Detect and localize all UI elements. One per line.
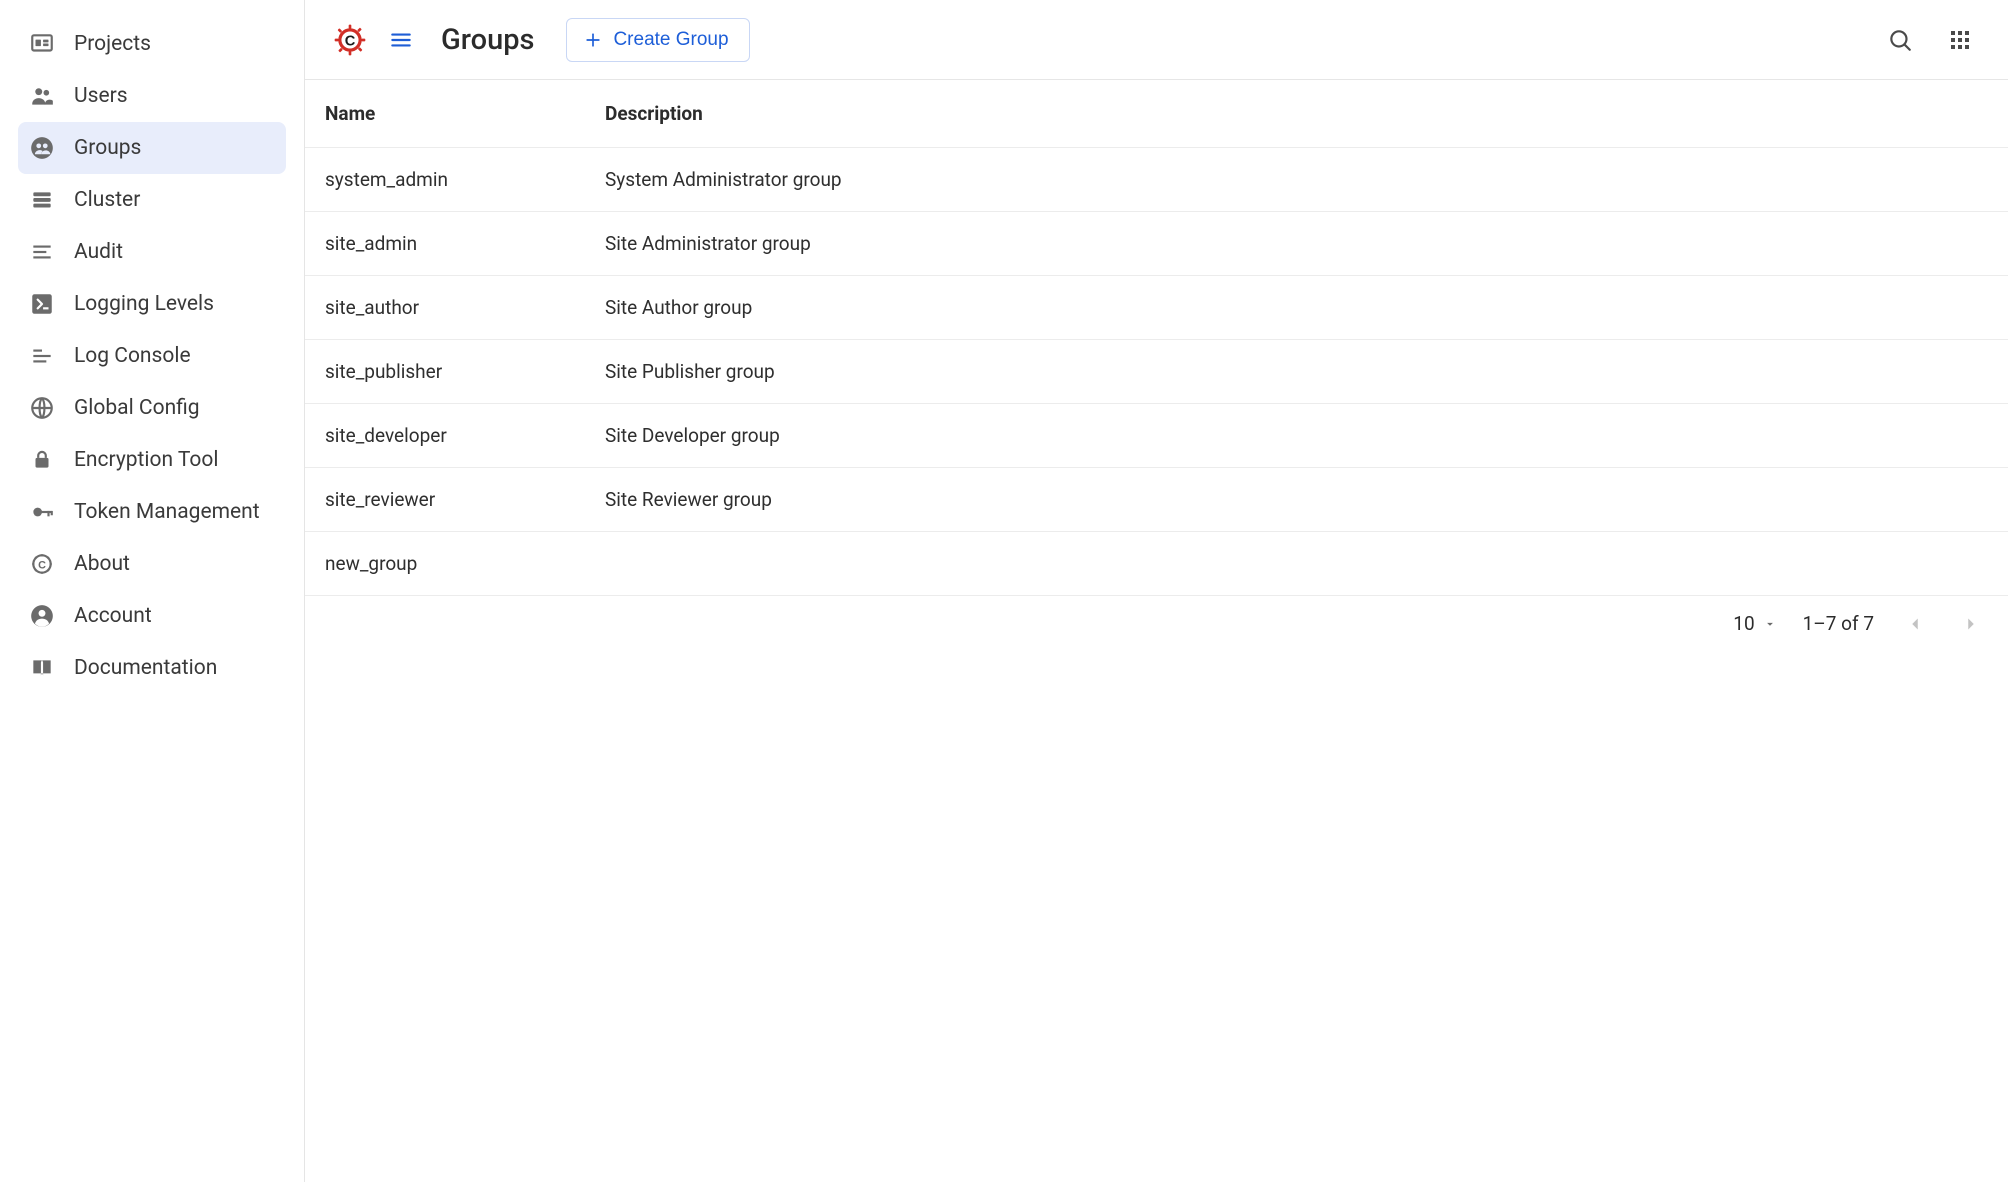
sidebar-item-label: Audit [74, 240, 123, 264]
table-row[interactable]: site_adminSite Administrator group [305, 212, 2008, 276]
table-row[interactable]: site_authorSite Author group [305, 276, 2008, 340]
dropdown-caret-icon [1763, 617, 1777, 631]
main-area: C Groups Create Group Name [305, 0, 2008, 1182]
sidebar-item-token[interactable]: Token Management [18, 486, 286, 538]
sidebar-item-projects[interactable]: Projects [18, 18, 286, 70]
svg-text:C: C [345, 33, 356, 49]
search-button[interactable] [1880, 20, 1920, 60]
audit-icon [28, 238, 56, 266]
page-title: Groups [441, 23, 534, 57]
sidebar-item-label: Cluster [74, 188, 140, 212]
topbar: C Groups Create Group [305, 0, 2008, 80]
sidebar-item-account[interactable]: Account [18, 590, 286, 642]
cell-description: Site Administrator group [605, 232, 1988, 255]
cell-description [605, 552, 1988, 575]
create-group-button[interactable]: Create Group [566, 18, 749, 62]
cell-name: site_admin [325, 232, 605, 255]
pagination-range: 1–7 of 7 [1803, 612, 1874, 635]
sidebar-item-label: Projects [74, 32, 151, 56]
table-row[interactable]: site_developerSite Developer group [305, 404, 2008, 468]
cell-name: site_publisher [325, 360, 605, 383]
about-icon: C [28, 550, 56, 578]
app-logo-icon: C [333, 23, 367, 57]
cell-name: site_developer [325, 424, 605, 447]
table-row[interactable]: site_reviewerSite Reviewer group [305, 468, 2008, 532]
table-row[interactable]: site_publisherSite Publisher group [305, 340, 2008, 404]
page-size-value: 10 [1733, 612, 1754, 635]
sidebar-item-logging-levels[interactable]: Logging Levels [18, 278, 286, 330]
pagination: 10 1–7 of 7 [305, 596, 2008, 651]
log-console-icon [28, 342, 56, 370]
create-group-label: Create Group [613, 29, 728, 51]
table-row[interactable]: system_adminSystem Administrator group [305, 148, 2008, 212]
documentation-icon [28, 654, 56, 682]
sidebar-item-about[interactable]: C About [18, 538, 286, 590]
cell-description: Site Developer group [605, 424, 1988, 447]
sidebar: Projects Users Groups Cluster Audit Logging L… [0, 0, 305, 1182]
cell-description: Site Reviewer group [605, 488, 1988, 511]
plus-icon [583, 30, 603, 50]
cell-name: site_author [325, 296, 605, 319]
token-icon [28, 498, 56, 526]
cell-description: Site Publisher group [605, 360, 1988, 383]
global-config-icon [28, 394, 56, 422]
prev-page-button[interactable] [1900, 613, 1930, 635]
sidebar-item-audit[interactable]: Audit [18, 226, 286, 278]
sidebar-item-cluster[interactable]: Cluster [18, 174, 286, 226]
encryption-icon [28, 446, 56, 474]
cell-name: new_group [325, 552, 605, 575]
menu-toggle-icon[interactable] [387, 26, 415, 54]
table-row[interactable]: new_group [305, 532, 2008, 596]
cluster-icon [28, 186, 56, 214]
cell-name: system_admin [325, 168, 605, 191]
sidebar-item-log-console[interactable]: Log Console [18, 330, 286, 382]
column-header-description[interactable]: Description [605, 102, 1988, 125]
projects-icon [28, 30, 56, 58]
sidebar-item-documentation[interactable]: Documentation [18, 642, 286, 694]
account-icon [28, 602, 56, 630]
sidebar-item-global-config[interactable]: Global Config [18, 382, 286, 434]
logging-levels-icon [28, 290, 56, 318]
apps-grid-button[interactable] [1940, 20, 1980, 60]
groups-table: Name Description system_adminSystem Admi… [305, 80, 2008, 596]
sidebar-item-label: Logging Levels [74, 292, 214, 316]
sidebar-item-encryption[interactable]: Encryption Tool [18, 434, 286, 486]
users-icon [28, 82, 56, 110]
sidebar-item-groups[interactable]: Groups [18, 122, 286, 174]
svg-text:C: C [38, 559, 46, 571]
sidebar-item-label: Token Management [74, 500, 260, 524]
sidebar-item-label: Groups [74, 136, 141, 160]
next-page-button[interactable] [1956, 613, 1986, 635]
sidebar-item-label: Encryption Tool [74, 448, 218, 472]
table-header: Name Description [305, 80, 2008, 148]
sidebar-item-label: Documentation [74, 656, 217, 680]
groups-icon [28, 134, 56, 162]
column-header-name[interactable]: Name [325, 102, 605, 125]
cell-name: site_reviewer [325, 488, 605, 511]
cell-description: Site Author group [605, 296, 1988, 319]
sidebar-item-label: Global Config [74, 396, 200, 420]
sidebar-item-label: About [74, 552, 130, 576]
cell-description: System Administrator group [605, 168, 1988, 191]
sidebar-item-label: Account [74, 604, 152, 628]
sidebar-item-label: Users [74, 84, 128, 108]
page-size-select[interactable]: 10 [1733, 612, 1776, 635]
sidebar-item-label: Log Console [74, 344, 191, 368]
sidebar-item-users[interactable]: Users [18, 70, 286, 122]
